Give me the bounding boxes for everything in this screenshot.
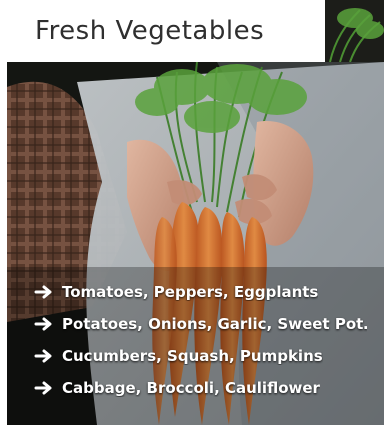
arrow-right-icon [34, 283, 54, 301]
arrow-right-icon [34, 315, 54, 333]
photo-top-strip [325, 0, 384, 62]
vegetables-card: Fresh Vegetables Tomatoes, Peppers, Eggp… [0, 0, 384, 425]
arrow-right-icon [34, 379, 54, 397]
page-title: Fresh Vegetables [35, 16, 265, 46]
arrow-right-icon [34, 347, 54, 365]
title-plate: Fresh Vegetables [7, 0, 325, 62]
list-item: Potatoes, Onions, Garlic, Sweet Pot… [34, 308, 374, 340]
list-item-label: Potatoes, Onions, Garlic, Sweet Pot… [62, 315, 367, 333]
list-item-label: Tomatoes, Peppers, Eggplants [62, 283, 319, 301]
list-item: Cabbage, Broccoli, Cauliflower [34, 372, 374, 404]
list-item-label: Cabbage, Broccoli, Cauliflower [62, 379, 320, 397]
vegetable-list: Tomatoes, Peppers, Eggplants Potatoes, O… [34, 276, 374, 404]
list-item: Tomatoes, Peppers, Eggplants [34, 276, 374, 308]
list-item-label: Cucumbers, Squash, Pumpkins [62, 347, 323, 365]
list-item: Cucumbers, Squash, Pumpkins [34, 340, 374, 372]
